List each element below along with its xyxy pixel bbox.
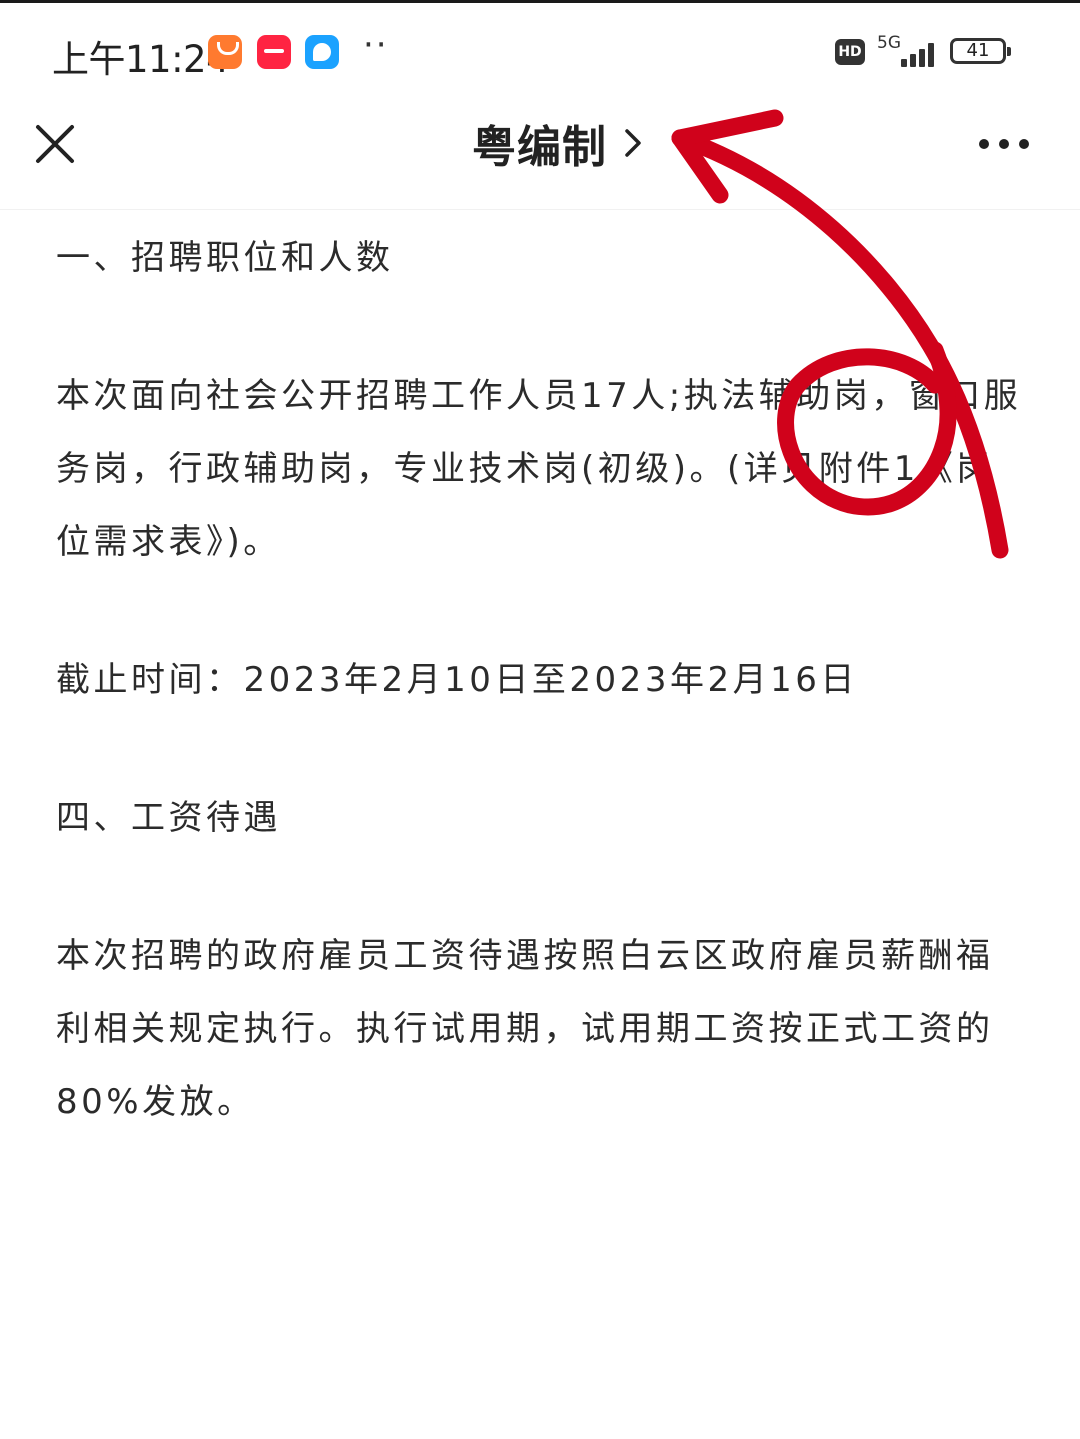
battery-level: 41: [966, 40, 990, 61]
signal-icon: [893, 39, 939, 67]
account-title-button[interactable]: 粤编制: [472, 113, 643, 173]
nav-title: 粤编制: [472, 122, 607, 173]
message-icon: [305, 35, 339, 69]
xiaohongshu-icon: [257, 35, 291, 69]
chevron-right-icon: [625, 129, 641, 157]
close-icon: [36, 125, 74, 163]
more-dots-icon: [979, 139, 1029, 149]
close-button[interactable]: [30, 119, 80, 169]
section1-body: 本次面向社会公开招聘工作人员17人;执法辅助岗，窗口服务岗，行政辅助岗，专业技术…: [56, 376, 1022, 562]
section4-body: 本次招聘的政府雇员工资待遇按照白云区政府雇员薪酬福利相关规定执行。执行试用期，试…: [56, 936, 994, 1122]
section4-heading: 四、工资待遇: [56, 798, 281, 838]
status-bar: 上午11:24 ·· HD 5G 41: [0, 3, 1080, 93]
more-notifications-icon: ··: [363, 25, 389, 65]
deadline-text: 截止时间：2023年2月10日至2023年2月16日: [56, 660, 858, 700]
hd-badge: HD: [835, 39, 865, 65]
nav-bar: 粤编制: [0, 93, 1080, 210]
more-options-button[interactable]: [976, 131, 1032, 157]
article-content: 一、招聘职位和人数 本次面向社会公开招聘工作人员17人;执法辅助岗，窗口服务岗，…: [56, 222, 1026, 1139]
status-time: 上午11:24: [52, 38, 230, 81]
battery-icon: 41: [950, 38, 1011, 64]
mi-shop-icon: [208, 35, 242, 69]
section1-heading: 一、招聘职位和人数: [56, 238, 394, 278]
